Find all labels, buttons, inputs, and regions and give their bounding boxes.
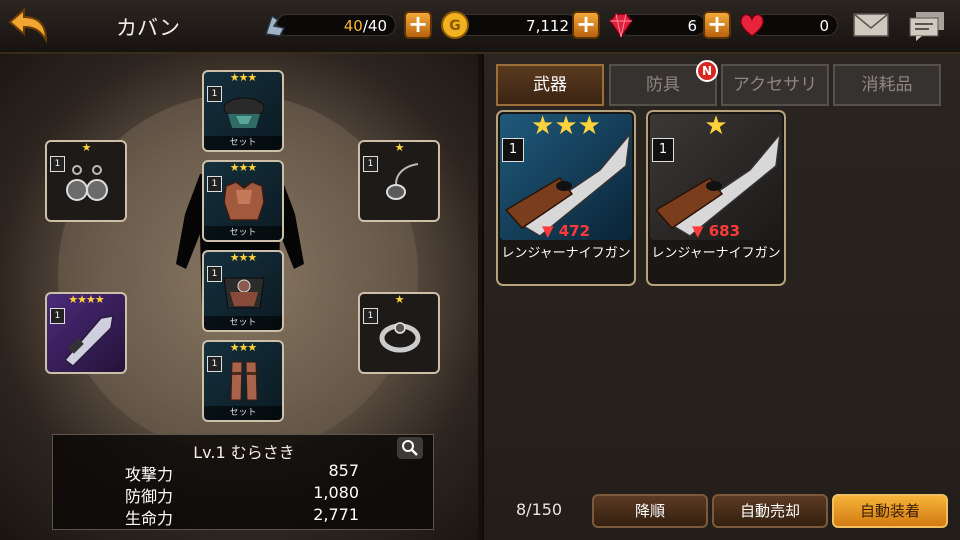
- stamina-field: 40/40: [276, 14, 396, 36]
- auto-sell-button[interactable]: 自動売却: [712, 494, 828, 528]
- item-power-change: ▼ 683: [691, 222, 741, 240]
- equip-slot-chest[interactable]: ★★★ 1 セット: [202, 160, 284, 242]
- add-gold-button[interactable]: +: [572, 11, 600, 39]
- top-bar: カバン 40/40 + 7,112 G + 6 + 0: [0, 0, 960, 54]
- stat-row-vitality: 生命力 2,771: [53, 505, 435, 528]
- gold-value: 7,112: [526, 17, 569, 35]
- item-stars: ★: [704, 111, 728, 141]
- slot-stars: ★★★: [229, 71, 258, 84]
- stamina-icon: [265, 14, 286, 37]
- chat-icon[interactable]: [908, 10, 946, 42]
- character-name: Lv.1 むらさき: [193, 443, 295, 462]
- stat-row-attack: 攻撃力 857: [53, 461, 435, 484]
- greaves-icon: [230, 361, 258, 401]
- heart-value: 0: [819, 17, 829, 35]
- equip-slot-ring[interactable]: ★ 1: [358, 292, 440, 374]
- sort-button[interactable]: 降順: [592, 494, 708, 528]
- item-power-change: ▼ 472: [541, 222, 591, 240]
- set-label: セット: [204, 136, 282, 150]
- equip-slot-weapon[interactable]: ★★★★ 1: [45, 292, 127, 374]
- stat-value: 1,080: [313, 483, 359, 502]
- item-stars: ★★★: [531, 111, 601, 141]
- stat-value: 2,771: [313, 505, 359, 524]
- stamina-max: 40: [367, 17, 387, 35]
- stat-label: 攻撃力: [125, 465, 174, 484]
- add-gem-button[interactable]: +: [703, 11, 731, 39]
- equip-slot-waist[interactable]: ★★★ 1 セット: [202, 250, 284, 332]
- slot-stars: ★★★★: [68, 293, 104, 306]
- set-label: セット: [204, 406, 282, 420]
- belt-icon: [223, 277, 265, 309]
- inventory-capacity: 8/150: [516, 500, 563, 519]
- svg-text:G: G: [449, 18, 461, 34]
- slot-stars: ★: [81, 141, 92, 154]
- character-stats-panel: Lv.1 むらさき 攻撃力 857 防御力 1,080 生命力 2,771: [52, 434, 434, 530]
- item-card[interactable]: ★ 1 ▼ 683 レンジャーナイフガン: [646, 110, 786, 286]
- magnifier-icon: [402, 440, 418, 456]
- item-name: レンジャーナイフガン: [501, 246, 631, 261]
- inventory-panel: 武器 防具 N アクセサリ 消耗品 ★★★ 1 ▼ 472 レンジャーナイフガン…: [482, 54, 960, 540]
- screen-title: カバン: [116, 16, 181, 40]
- item-count: 1: [502, 138, 524, 162]
- equip-slot-earring[interactable]: ★ 1: [45, 140, 127, 222]
- necklace-icon: [386, 163, 419, 200]
- tab-consumable[interactable]: 消耗品: [833, 64, 941, 106]
- slot-stars: ★: [394, 293, 405, 306]
- headgear-icon: [223, 97, 265, 128]
- stat-label: 生命力: [125, 509, 174, 528]
- inspect-button[interactable]: [397, 437, 423, 459]
- set-label: セット: [204, 226, 282, 240]
- equip-slot-necklace[interactable]: ★ 1: [358, 140, 440, 222]
- ruby-gem-icon: [609, 13, 633, 39]
- tab-weapon[interactable]: 武器: [496, 64, 604, 106]
- earring-icon: [66, 165, 108, 201]
- mail-icon[interactable]: [852, 10, 890, 40]
- stat-row-defense: 防御力 1,080: [53, 483, 435, 506]
- item-count: 1: [652, 138, 674, 162]
- equip-slot-head[interactable]: ★★★ 1 セット: [202, 70, 284, 152]
- tab-accessory[interactable]: アクセサリ: [721, 64, 829, 106]
- stat-label: 防御力: [125, 487, 174, 506]
- stat-value: 857: [328, 461, 359, 480]
- gold-coin-icon: G: [441, 11, 469, 39]
- auto-equip-button[interactable]: 自動装着: [832, 494, 948, 528]
- item-card[interactable]: ★★★ 1 ▼ 472 レンジャーナイフガン: [496, 110, 636, 286]
- gunblade-icon: [63, 315, 114, 366]
- slot-stars: ★★★: [229, 341, 258, 354]
- new-badge: N: [696, 60, 718, 82]
- item-name: レンジャーナイフガン: [651, 246, 781, 261]
- ring-icon: [379, 322, 421, 353]
- back-button[interactable]: [6, 7, 50, 44]
- set-label: セット: [204, 316, 282, 330]
- gold-field: 7,112: [452, 14, 578, 36]
- gem-value: 6: [687, 17, 697, 35]
- equip-slot-legs[interactable]: ★★★ 1 セット: [202, 340, 284, 422]
- stamina-current: 40: [343, 17, 363, 35]
- slot-stars: ★: [394, 141, 405, 154]
- add-stamina-button[interactable]: +: [404, 11, 432, 39]
- back-arrow-icon: [8, 7, 48, 44]
- slot-stars: ★★★: [229, 161, 258, 174]
- heart-icon: [740, 13, 764, 37]
- slot-stars: ★★★: [229, 251, 258, 264]
- chest-armor-icon: [223, 181, 265, 221]
